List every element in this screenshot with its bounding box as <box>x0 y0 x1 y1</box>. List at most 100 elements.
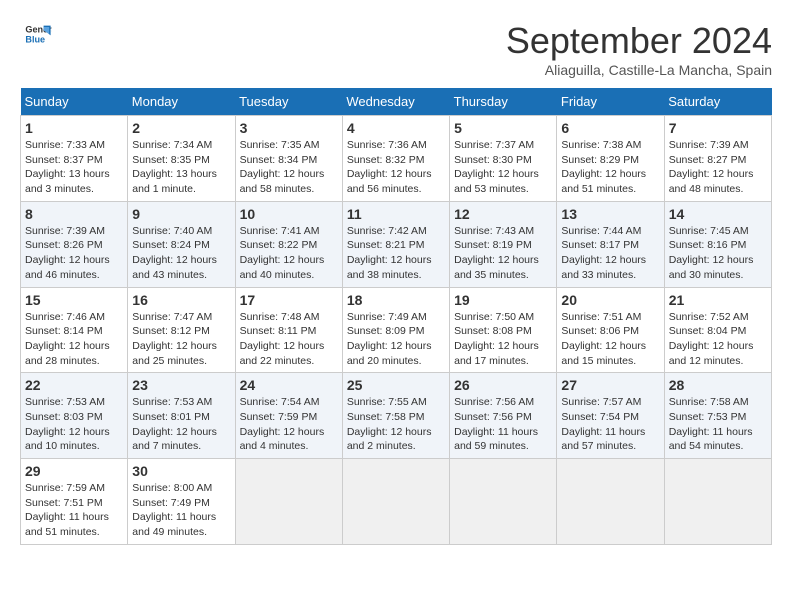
svg-text:Blue: Blue <box>25 34 45 44</box>
calendar-cell: 29Sunrise: 7:59 AMSunset: 7:51 PMDayligh… <box>21 459 128 545</box>
calendar-cell: 20Sunrise: 7:51 AMSunset: 8:06 PMDayligh… <box>557 287 664 373</box>
day-number: 8 <box>25 206 123 222</box>
cell-details: Sunrise: 7:39 AMSunset: 8:27 PMDaylight:… <box>669 138 767 197</box>
cell-details: Sunrise: 7:34 AMSunset: 8:35 PMDaylight:… <box>132 138 230 197</box>
weekday-header-saturday: Saturday <box>664 88 771 116</box>
calendar-cell: 25 Sunrise: 7:55 AMSunset: 7:58 PMDayligh… <box>342 373 449 459</box>
cell-details: Sunrise: 7:53 AMSunset: 8:01 PMDaylight:… <box>132 395 230 454</box>
calendar-cell: 23 Sunrise: 7:53 AMSunset: 8:01 PMDayligh… <box>128 373 235 459</box>
cell-details: Sunrise: 7:42 AMSunset: 8:21 PMDaylight:… <box>347 224 445 283</box>
cell-details: Sunrise: 7:53 AMSunset: 8:03 PMDaylight:… <box>25 395 123 454</box>
day-number: 6 <box>561 120 659 136</box>
calendar-cell: 8Sunrise: 7:39 AMSunset: 8:26 PMDaylight… <box>21 201 128 287</box>
day-number: 18 <box>347 292 445 308</box>
calendar-header-row: SundayMondayTuesdayWednesdayThursdayFrid… <box>21 88 772 116</box>
cell-details: Sunrise: 7:37 AMSunset: 8:30 PMDaylight:… <box>454 138 552 197</box>
calendar-cell: 15Sunrise: 7:46 AMSunset: 8:14 PMDayligh… <box>21 287 128 373</box>
day-number: 2 <box>132 120 230 136</box>
calendar-cell: 18 Sunrise: 7:49 AMSunset: 8:09 PMDayligh… <box>342 287 449 373</box>
cell-details: Sunrise: 7:50 AMSunset: 8:08 PMDaylight:… <box>454 310 552 369</box>
calendar-cell: 6Sunrise: 7:38 AMSunset: 8:29 PMDaylight… <box>557 116 664 202</box>
calendar-cell <box>342 459 449 545</box>
calendar-cell: 11 Sunrise: 7:42 AMSunset: 8:21 PMDayligh… <box>342 201 449 287</box>
calendar-cell: 9 Sunrise: 7:40 AMSunset: 8:24 PMDaylight… <box>128 201 235 287</box>
cell-details: Sunrise: 7:52 AMSunset: 8:04 PMDaylight:… <box>669 310 767 369</box>
calendar-cell: 17Sunrise: 7:48 AMSunset: 8:11 PMDayligh… <box>235 287 342 373</box>
calendar-cell: 22 Sunrise: 7:53 AMSunset: 8:03 PMDayligh… <box>21 373 128 459</box>
calendar-cell: 28 Sunrise: 7:58 AMSunset: 7:53 PMDayligh… <box>664 373 771 459</box>
calendar-cell: 30 Sunrise: 8:00 AMSunset: 7:49 PMDayligh… <box>128 459 235 545</box>
day-number: 27 <box>561 377 659 393</box>
calendar-cell: 24Sunrise: 7:54 AMSunset: 7:59 PMDayligh… <box>235 373 342 459</box>
location: Aliaguilla, Castille-La Mancha, Spain <box>506 62 772 78</box>
calendar-cell: 1 Sunrise: 7:33 AMSunset: 8:37 PMDaylight… <box>21 116 128 202</box>
cell-details: Sunrise: 7:40 AMSunset: 8:24 PMDaylight:… <box>132 224 230 283</box>
day-number: 1 <box>25 120 123 136</box>
day-number: 25 <box>347 377 445 393</box>
cell-details: Sunrise: 7:45 AMSunset: 8:16 PMDaylight:… <box>669 224 767 283</box>
day-number: 3 <box>240 120 338 136</box>
calendar-cell: 16Sunrise: 7:47 AMSunset: 8:12 PMDayligh… <box>128 287 235 373</box>
calendar-week-3: 15Sunrise: 7:46 AMSunset: 8:14 PMDayligh… <box>21 287 772 373</box>
day-number: 13 <box>561 206 659 222</box>
cell-details: Sunrise: 7:49 AMSunset: 8:09 PMDaylight:… <box>347 310 445 369</box>
calendar-cell: 2 Sunrise: 7:34 AMSunset: 8:35 PMDaylight… <box>128 116 235 202</box>
day-number: 23 <box>132 377 230 393</box>
calendar-cell: 19 Sunrise: 7:50 AMSunset: 8:08 PMDayligh… <box>450 287 557 373</box>
cell-details: Sunrise: 7:36 AMSunset: 8:32 PMDaylight:… <box>347 138 445 197</box>
day-number: 12 <box>454 206 552 222</box>
cell-details: Sunrise: 8:00 AMSunset: 7:49 PMDaylight:… <box>132 481 230 540</box>
calendar-cell: 13 Sunrise: 7:44 AMSunset: 8:17 PMDayligh… <box>557 201 664 287</box>
calendar-cell: 27 Sunrise: 7:57 AMSunset: 7:54 PMDayligh… <box>557 373 664 459</box>
calendar-cell <box>557 459 664 545</box>
day-number: 20 <box>561 292 659 308</box>
cell-details: Sunrise: 7:47 AMSunset: 8:12 PMDaylight:… <box>132 310 230 369</box>
weekday-header-friday: Friday <box>557 88 664 116</box>
weekday-header-monday: Monday <box>128 88 235 116</box>
cell-details: Sunrise: 7:46 AMSunset: 8:14 PMDaylight:… <box>25 310 123 369</box>
day-number: 30 <box>132 463 230 479</box>
weekday-header-thursday: Thursday <box>450 88 557 116</box>
calendar-cell: 26Sunrise: 7:56 AMSunset: 7:56 PMDayligh… <box>450 373 557 459</box>
day-number: 9 <box>132 206 230 222</box>
day-number: 17 <box>240 292 338 308</box>
weekday-header-sunday: Sunday <box>21 88 128 116</box>
day-number: 28 <box>669 377 767 393</box>
calendar-cell: 3 Sunrise: 7:35 AMSunset: 8:34 PMDaylight… <box>235 116 342 202</box>
calendar-table: SundayMondayTuesdayWednesdayThursdayFrid… <box>20 88 772 545</box>
title-section: September 2024 Aliaguilla, Castille-La M… <box>506 20 772 78</box>
day-number: 10 <box>240 206 338 222</box>
calendar-week-4: 22 Sunrise: 7:53 AMSunset: 8:03 PMDayligh… <box>21 373 772 459</box>
day-number: 22 <box>25 377 123 393</box>
page-header: General Blue September 2024 Aliaguilla, … <box>20 20 772 78</box>
calendar-week-5: 29Sunrise: 7:59 AMSunset: 7:51 PMDayligh… <box>21 459 772 545</box>
day-number: 26 <box>454 377 552 393</box>
day-number: 14 <box>669 206 767 222</box>
day-number: 21 <box>669 292 767 308</box>
calendar-cell: 10Sunrise: 7:41 AMSunset: 8:22 PMDayligh… <box>235 201 342 287</box>
calendar-cell: 7 Sunrise: 7:39 AMSunset: 8:27 PMDaylight… <box>664 116 771 202</box>
calendar-week-1: 1 Sunrise: 7:33 AMSunset: 8:37 PMDaylight… <box>21 116 772 202</box>
month-title: September 2024 <box>506 20 772 62</box>
logo-icon: General Blue <box>24 20 52 48</box>
cell-details: Sunrise: 7:59 AMSunset: 7:51 PMDaylight:… <box>25 481 123 540</box>
cell-details: Sunrise: 7:57 AMSunset: 7:54 PMDaylight:… <box>561 395 659 454</box>
cell-details: Sunrise: 7:54 AMSunset: 7:59 PMDaylight:… <box>240 395 338 454</box>
calendar-body: 1 Sunrise: 7:33 AMSunset: 8:37 PMDaylight… <box>21 116 772 545</box>
day-number: 11 <box>347 206 445 222</box>
cell-details: Sunrise: 7:35 AMSunset: 8:34 PMDaylight:… <box>240 138 338 197</box>
cell-details: Sunrise: 7:43 AMSunset: 8:19 PMDaylight:… <box>454 224 552 283</box>
logo: General Blue <box>20 20 52 53</box>
cell-details: Sunrise: 7:58 AMSunset: 7:53 PMDaylight:… <box>669 395 767 454</box>
day-number: 7 <box>669 120 767 136</box>
day-number: 5 <box>454 120 552 136</box>
cell-details: Sunrise: 7:44 AMSunset: 8:17 PMDaylight:… <box>561 224 659 283</box>
calendar-cell: 4Sunrise: 7:36 AMSunset: 8:32 PMDaylight… <box>342 116 449 202</box>
calendar-cell <box>664 459 771 545</box>
cell-details: Sunrise: 7:55 AMSunset: 7:58 PMDaylight:… <box>347 395 445 454</box>
day-number: 19 <box>454 292 552 308</box>
calendar-week-2: 8Sunrise: 7:39 AMSunset: 8:26 PMDaylight… <box>21 201 772 287</box>
weekday-header-tuesday: Tuesday <box>235 88 342 116</box>
cell-details: Sunrise: 7:33 AMSunset: 8:37 PMDaylight:… <box>25 138 123 197</box>
calendar-cell: 14 Sunrise: 7:45 AMSunset: 8:16 PMDayligh… <box>664 201 771 287</box>
